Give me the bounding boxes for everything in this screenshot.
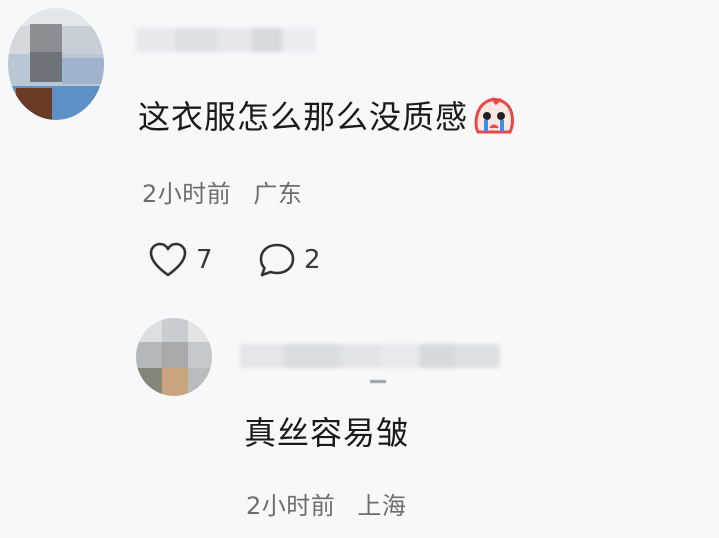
comment-location: 广东 — [253, 180, 303, 208]
reply-count: 2 — [304, 245, 321, 275]
comment-time: 2小时前 — [142, 180, 232, 208]
comment-text: 这衣服怎么那么没质感 — [138, 92, 516, 144]
reply-username-blurred[interactable] — [240, 344, 500, 368]
blurred-badge — [370, 380, 386, 383]
reply-time: 2小时前 — [246, 492, 336, 520]
avatar[interactable] — [8, 8, 104, 120]
crying-face-icon — [472, 94, 516, 144]
comment-text-content: 这衣服怎么那么没质感 — [138, 98, 469, 136]
like-button[interactable]: 7 — [148, 242, 213, 278]
comment-bubble-icon — [259, 243, 295, 277]
heart-icon — [149, 242, 187, 277]
reply-text: 真丝容易皱 — [244, 414, 410, 452]
comment-meta: 2小时前 广东 — [142, 174, 302, 209]
reply-meta: 2小时前 上海 — [246, 486, 406, 521]
reply-button[interactable]: 2 — [258, 242, 321, 278]
like-count: 7 — [196, 245, 213, 275]
username-blurred[interactable] — [136, 28, 316, 52]
reply-location: 上海 — [357, 492, 407, 520]
reply-avatar[interactable] — [136, 318, 212, 396]
